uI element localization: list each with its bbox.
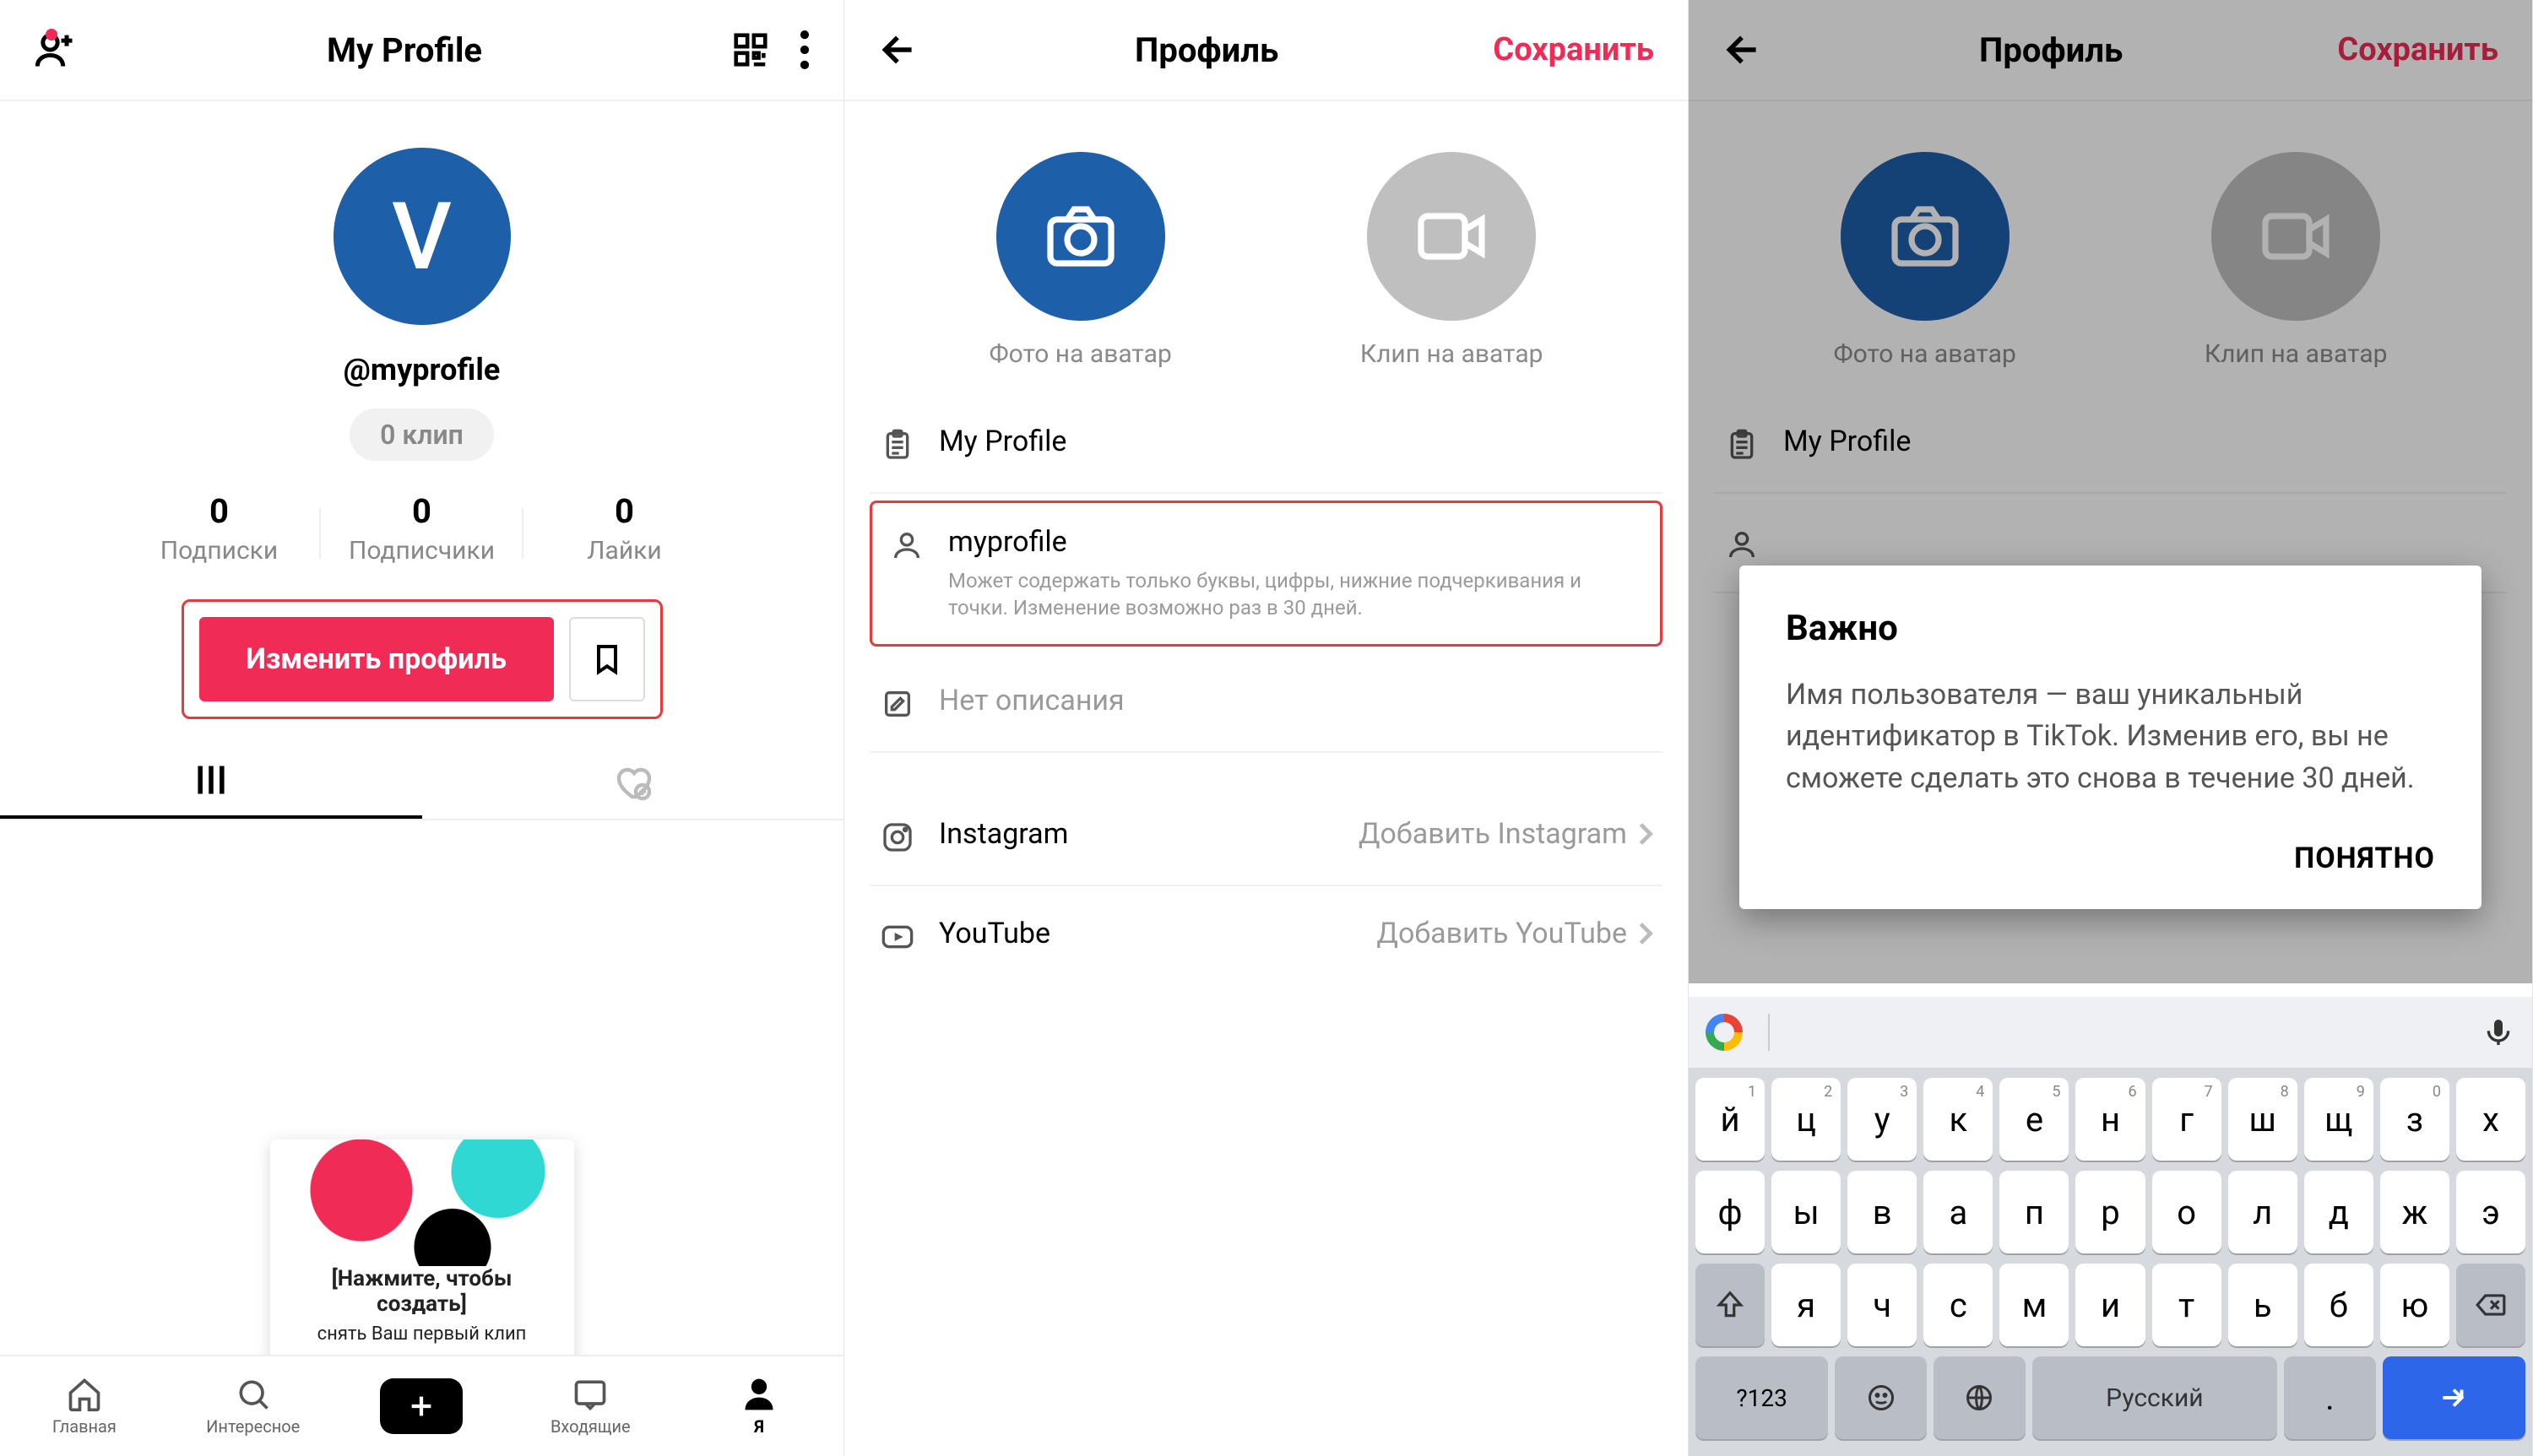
modal-text: Имя пользователя — ваш уникальный иденти… <box>1786 674 2435 799</box>
key-й[interactable]: й1 <box>1695 1078 1765 1161</box>
page-title: My Profile <box>327 30 482 70</box>
nav-home[interactable]: Главная <box>0 1376 169 1437</box>
youtube-icon <box>878 917 917 954</box>
nav-inbox[interactable]: Входящие <box>506 1376 675 1437</box>
key-ж[interactable]: ж <box>2380 1171 2449 1253</box>
profile-summary: V @myprofile 0 клип 0 Подписки 0 Подписч… <box>0 101 843 719</box>
key-п[interactable]: п <box>1999 1171 2069 1253</box>
key-к[interactable]: к4 <box>1923 1078 1993 1161</box>
bottom-nav: Главная Интересное Входящие Я <box>0 1355 843 1456</box>
avatar[interactable]: V <box>334 148 511 325</box>
key-х[interactable]: х <box>2456 1078 2525 1161</box>
profile-header: My Profile <box>0 0 843 101</box>
emoji-key[interactable] <box>1835 1356 1927 1439</box>
tab-liked[interactable] <box>422 744 844 819</box>
key-и[interactable]: и <box>2075 1264 2145 1346</box>
bookmarks-button[interactable] <box>569 617 645 701</box>
nav-discover[interactable]: Интересное <box>169 1376 338 1437</box>
edit-profile-row: Изменить профиль <box>182 599 663 719</box>
row-display-name[interactable]: My Profile <box>870 394 1662 494</box>
clip-count-badge: 0 клип <box>350 409 494 461</box>
shift-key[interactable] <box>1695 1264 1765 1346</box>
back-icon[interactable] <box>878 29 920 71</box>
key-р[interactable]: р <box>2075 1171 2145 1253</box>
row-youtube[interactable]: YouTube Добавить YouTube <box>870 886 1662 984</box>
content-tabs <box>0 744 843 820</box>
row-instagram[interactable]: Instagram Добавить Instagram <box>870 787 1662 886</box>
globe-key[interactable] <box>1934 1356 2026 1439</box>
mic-icon[interactable] <box>2481 1015 2515 1049</box>
page-title: Профиль <box>1135 30 1278 70</box>
enter-key[interactable] <box>2383 1356 2525 1439</box>
edit-header: Профиль Сохранить <box>844 0 1688 101</box>
username-handle: @myprofile <box>0 352 843 387</box>
plus-icon <box>380 1378 463 1434</box>
key-б[interactable]: б <box>2304 1264 2373 1346</box>
nav-create[interactable] <box>338 1378 507 1434</box>
modal-ok-button[interactable]: ПОНЯТНО <box>1786 842 2435 875</box>
nav-me[interactable]: Я <box>675 1376 843 1437</box>
key-ш[interactable]: ш8 <box>2228 1078 2297 1161</box>
create-first-clip-card[interactable]: [Нажмите, чтобы создать] снять Ваш первы… <box>270 1139 574 1370</box>
key-у[interactable]: у3 <box>1847 1078 1917 1161</box>
key-м[interactable]: м <box>1999 1264 2069 1346</box>
backspace-key[interactable] <box>2456 1264 2525 1346</box>
clipboard-icon <box>878 425 917 462</box>
key-ь[interactable]: ь <box>2228 1264 2297 1346</box>
instagram-icon <box>878 817 917 854</box>
key-с[interactable]: с <box>1923 1264 1993 1346</box>
key-е[interactable]: е5 <box>1999 1078 2069 1161</box>
screen-edit-profile-modal: Профиль Сохранить Фото на аватар Клип на… <box>1689 0 2533 1456</box>
key-з[interactable]: з0 <box>2380 1078 2449 1161</box>
key-л[interactable]: л <box>2228 1171 2297 1253</box>
screen-my-profile: My Profile V @myprofile 0 клип 0 Подписк… <box>0 0 844 1456</box>
qr-icon[interactable] <box>731 30 770 69</box>
key-ф[interactable]: ф <box>1695 1171 1765 1253</box>
key-в[interactable]: в <box>1847 1171 1917 1253</box>
modal-title: Важно <box>1786 608 2435 649</box>
key-г[interactable]: г7 <box>2152 1078 2221 1161</box>
mode-key[interactable]: ?123 <box>1695 1356 1828 1439</box>
stat-followers[interactable]: 0 Подписчики <box>321 491 523 566</box>
avatar-photo-option[interactable]: Фото на аватар <box>990 152 1172 369</box>
screen-edit-profile: Профиль Сохранить Фото на аватар Клип на… <box>844 0 1689 1456</box>
space-key[interactable]: Русский <box>2032 1356 2277 1439</box>
stats-row: 0 Подписки 0 Подписчики 0 Лайки <box>0 491 843 566</box>
period-key[interactable]: . <box>2284 1356 2376 1439</box>
key-ы[interactable]: ы <box>1771 1171 1841 1253</box>
key-ч[interactable]: ч <box>1847 1264 1917 1346</box>
keyboard-suggestions <box>1689 997 2532 1068</box>
edit-form: My Profile myprofile Может содержать тол… <box>844 394 1688 984</box>
stat-following[interactable]: 0 Подписки <box>118 491 321 566</box>
more-icon[interactable] <box>800 30 810 69</box>
google-icon[interactable] <box>1706 1014 1743 1051</box>
keyboard: й1ц2у3к4е5н6г7ш8щ9з0х фывапролджэ ячсмит… <box>1689 1068 2532 1456</box>
key-а[interactable]: а <box>1923 1171 1993 1253</box>
key-т[interactable]: т <box>2152 1264 2221 1346</box>
key-д[interactable]: д <box>2304 1171 2373 1253</box>
key-щ[interactable]: щ9 <box>2304 1078 2373 1161</box>
username-warning-modal: Важно Имя пользователя — ваш уникальный … <box>1739 566 2481 909</box>
avatar-choices: Фото на аватар Клип на аватар <box>844 101 1688 394</box>
key-н[interactable]: н6 <box>2075 1078 2145 1161</box>
tab-posts[interactable] <box>0 744 422 819</box>
save-button[interactable]: Сохранить <box>1493 31 1654 68</box>
stat-likes[interactable]: 0 Лайки <box>523 491 726 566</box>
key-ю[interactable]: ю <box>2380 1264 2449 1346</box>
key-ц[interactable]: ц2 <box>1771 1078 1841 1161</box>
edit-icon <box>878 684 917 721</box>
row-bio[interactable]: Нет описания <box>870 653 1662 753</box>
edit-profile-button[interactable]: Изменить профиль <box>199 617 554 701</box>
key-я[interactable]: я <box>1771 1264 1841 1346</box>
key-о[interactable]: о <box>2152 1171 2221 1253</box>
avatar-video-option[interactable]: Клип на аватар <box>1360 152 1543 369</box>
row-username[interactable]: myprofile Может содержать только буквы, … <box>870 501 1662 647</box>
add-friend-icon[interactable] <box>34 28 78 72</box>
key-э[interactable]: э <box>2456 1171 2525 1253</box>
user-icon <box>887 525 926 562</box>
